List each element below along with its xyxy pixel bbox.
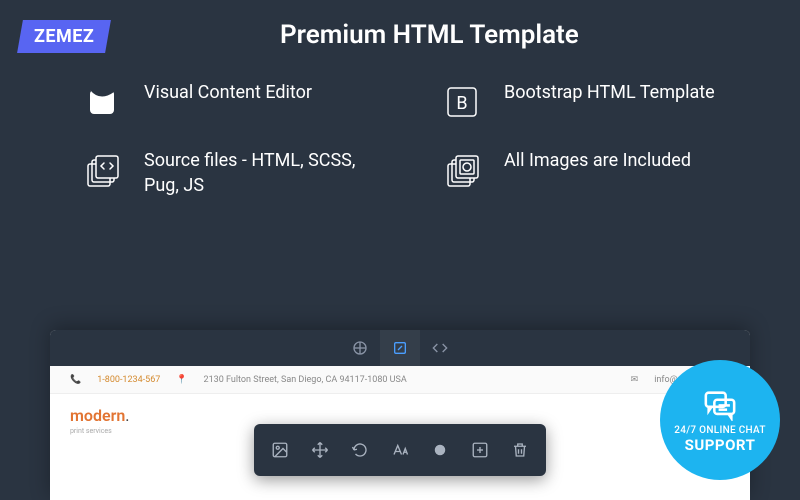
feature-label: Bootstrap HTML Template <box>504 80 715 105</box>
chat-line2: SUPPORT <box>685 436 756 454</box>
leaf-icon <box>80 80 124 124</box>
chat-line1: 24/7 ONLINE CHAT <box>674 425 766 436</box>
chat-icon <box>703 387 737 421</box>
feature-grid: Visual Content Editor B Bootstrap HTML T… <box>80 80 720 198</box>
tool-add[interactable] <box>462 432 498 468</box>
tool-move[interactable] <box>302 432 338 468</box>
site-top-bar: 📞 1-800-1234-567 📍 2130 Fulton Street, S… <box>50 366 750 394</box>
phone-icon: 📞 <box>70 375 81 385</box>
tool-delete[interactable] <box>502 432 538 468</box>
camera-files-icon <box>440 148 484 192</box>
feature-images: All Images are Included <box>440 148 720 198</box>
svg-text:B: B <box>456 93 467 114</box>
preview-tab-bar <box>50 330 750 366</box>
brand-dot: . <box>125 406 129 425</box>
mail-icon: ✉ <box>631 375 639 385</box>
tab-compass[interactable] <box>340 330 380 366</box>
files-code-icon <box>80 148 124 192</box>
tool-rotate[interactable] <box>342 432 378 468</box>
brand-main: modern <box>70 406 125 425</box>
tab-code[interactable] <box>420 330 460 366</box>
feature-label: All Images are Included <box>504 148 691 173</box>
tool-image[interactable] <box>262 432 298 468</box>
feature-visual-editor: Visual Content Editor <box>80 80 360 124</box>
tool-text[interactable] <box>382 432 418 468</box>
phone-text: 1-800-1234-567 <box>97 375 160 385</box>
feature-bootstrap: B Bootstrap HTML Template <box>440 80 720 124</box>
brand-logo: modern. <box>70 406 730 426</box>
feature-label: Source files - HTML, SCSS, Pug, JS <box>144 148 360 198</box>
bootstrap-icon: B <box>440 80 484 124</box>
feature-label: Visual Content Editor <box>144 80 312 105</box>
logo-text: ZEMEZ <box>34 26 94 47</box>
chat-support-badge[interactable]: 24/7 ONLINE CHAT SUPPORT <box>660 360 780 480</box>
tab-edit[interactable] <box>380 330 420 366</box>
page-title: Premium HTML Template <box>280 20 579 50</box>
tool-record[interactable] <box>422 432 458 468</box>
pin-icon: 📍 <box>176 375 187 385</box>
editor-toolbar <box>254 424 546 476</box>
feature-source-files: Source files - HTML, SCSS, Pug, JS <box>80 148 360 198</box>
logo-badge: ZEMEZ <box>17 20 111 53</box>
address-text: 2130 Fulton Street, San Diego, CA 94117-… <box>204 375 407 385</box>
